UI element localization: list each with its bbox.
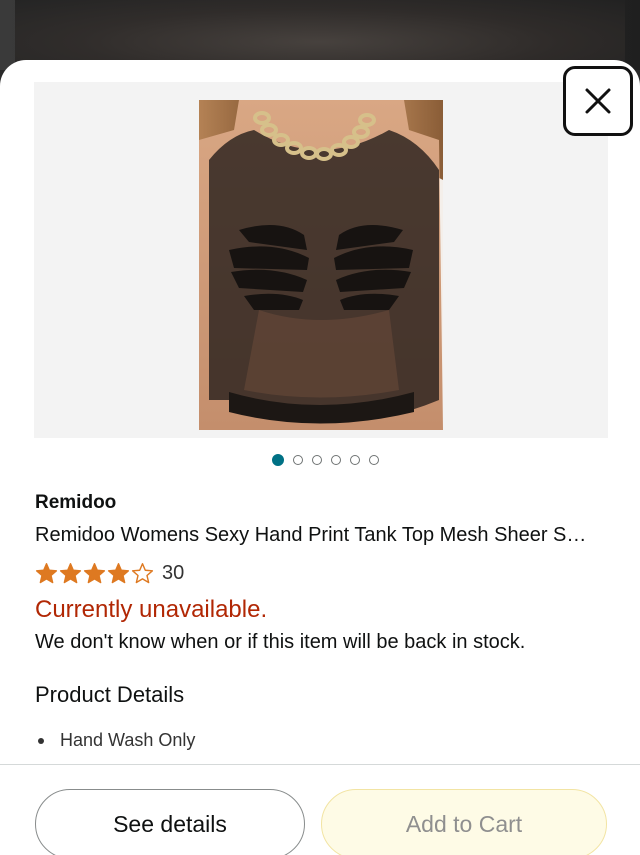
see-details-label: See details	[113, 810, 227, 837]
add-to-cart-label: Add to Cart	[405, 810, 523, 837]
star-icon	[35, 562, 58, 583]
rating[interactable]: 30	[35, 560, 184, 586]
footer-divider	[0, 764, 640, 765]
pagination-dot[interactable]	[271, 454, 284, 466]
pagination-dot[interactable]	[368, 455, 379, 465]
detail-bullet: Hand Wash Only	[38, 730, 195, 751]
close-icon	[585, 88, 611, 114]
pagination-dot[interactable]	[311, 455, 322, 465]
star-icon	[59, 562, 82, 583]
availability-status: Currently unavailable.	[35, 596, 268, 623]
product-image	[199, 100, 443, 430]
pagination-dot[interactable]	[349, 455, 360, 465]
product-sheet: Remidoo Remidoo Womens Sexy Hand Print T…	[0, 60, 640, 855]
brand-name[interactable]: Remidoo	[35, 492, 116, 514]
product-title[interactable]: Remidoo Womens Sexy Hand Print Tank Top …	[35, 524, 610, 547]
product-details-heading: Product Details	[35, 682, 185, 707]
detail-bullet-text: Hand Wash Only	[60, 730, 196, 750]
pagination-dot[interactable]	[330, 455, 341, 465]
add-to-cart-button[interactable]: Add to Cart	[321, 789, 607, 855]
star-icon	[131, 562, 154, 583]
pagination-dot[interactable]	[292, 455, 303, 465]
rating-count[interactable]: 30	[162, 562, 184, 585]
star-icon	[107, 562, 130, 583]
stock-message: We don't know when or if this item will …	[35, 631, 526, 653]
image-pagination	[0, 454, 640, 471]
see-details-button[interactable]: See details	[35, 789, 305, 855]
bullet-icon	[38, 737, 44, 744]
star-rating	[35, 562, 154, 585]
product-image-carousel[interactable]	[34, 82, 608, 438]
star-icon	[83, 562, 106, 583]
close-button[interactable]	[563, 66, 633, 136]
